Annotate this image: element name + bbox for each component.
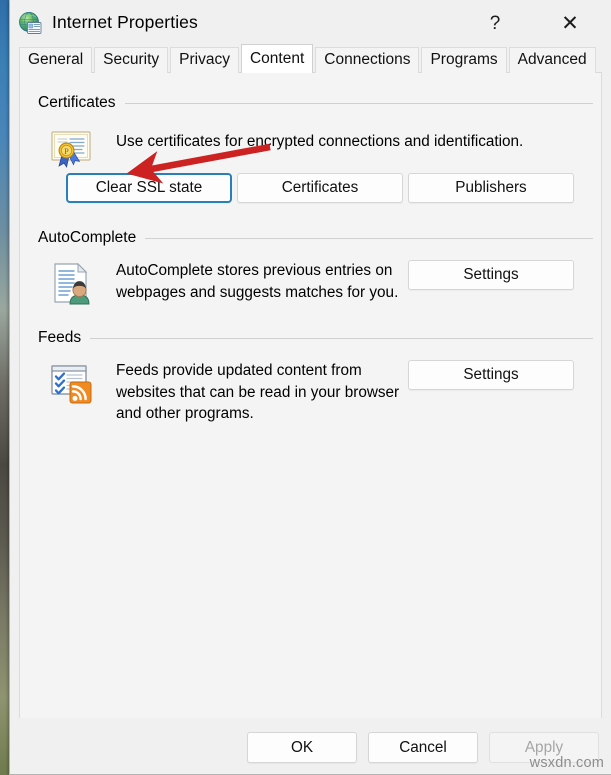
button-label: Clear SSL state — [95, 179, 203, 196]
tab-general[interactable]: General — [19, 47, 93, 73]
close-button[interactable]: ✕ — [547, 0, 593, 46]
publishers-button[interactable]: Publishers — [408, 173, 574, 203]
rss-feeds-icon — [48, 360, 94, 406]
question-mark-icon: ? — [489, 12, 501, 34]
tab-label: Security — [103, 51, 160, 68]
title-bar: Internet Properties ? ✕ — [10, 0, 611, 47]
help-button[interactable]: ? — [472, 0, 518, 46]
button-label: Publishers — [455, 179, 527, 196]
certificates-button[interactable]: Certificates — [237, 173, 403, 203]
tab-label: Connections — [324, 51, 411, 68]
tab-connections[interactable]: Connections — [315, 47, 420, 73]
button-label: Cancel — [399, 738, 447, 756]
tab-label: Privacy — [179, 51, 230, 68]
button-label: Certificates — [281, 179, 359, 196]
cancel-button[interactable]: Cancel — [368, 732, 478, 763]
feeds-settings-button[interactable]: Settings — [408, 360, 574, 390]
certificates-group-title: Certificates — [38, 94, 125, 112]
site-watermark: wsxdn.com — [529, 755, 604, 771]
autocomplete-group-title: AutoComplete — [38, 229, 146, 247]
tab-strip: General Security Privacy Content Connect… — [19, 44, 602, 73]
group-separator-line — [90, 337, 593, 339]
autocomplete-description: AutoComplete stores previous entries on … — [116, 262, 399, 301]
internet-properties-globe-icon — [18, 11, 43, 36]
close-icon: ✕ — [561, 11, 579, 35]
tab-programs[interactable]: Programs — [421, 47, 507, 73]
tab-label: Programs — [430, 51, 498, 68]
autocomplete-group: AutoComplete AutoComplete stores previou… — [20, 229, 601, 338]
tab-label: Content — [249, 50, 305, 67]
dialog-footer: OK Cancel Apply — [19, 718, 611, 774]
button-label: Apply — [524, 738, 564, 756]
content-tab-panel: Certificates P Use certificates for encr… — [19, 73, 602, 745]
clear-ssl-state-button[interactable]: Clear SSL state — [66, 173, 232, 203]
autocomplete-form-user-icon — [48, 260, 94, 306]
feeds-group-title: Feeds — [38, 329, 91, 347]
group-separator-line — [145, 237, 593, 239]
ok-button[interactable]: OK — [247, 732, 357, 763]
button-label: Settings — [463, 266, 519, 283]
button-label: Settings — [463, 366, 519, 383]
tab-privacy[interactable]: Privacy — [170, 47, 239, 73]
tab-content[interactable]: Content — [240, 44, 314, 73]
svg-text:P: P — [64, 147, 69, 156]
feeds-description: Feeds provide updated content from websi… — [116, 362, 400, 422]
group-separator-line — [124, 102, 593, 104]
certificates-group: Certificates P Use certificates for encr… — [20, 94, 601, 219]
button-label: OK — [290, 738, 314, 756]
certificates-description: Use certificates for encrypted connectio… — [116, 133, 524, 150]
certificate-seal-icon: P — [48, 125, 94, 171]
tab-label: Advanced — [517, 51, 587, 68]
autocomplete-settings-button[interactable]: Settings — [408, 260, 574, 290]
tab-advanced[interactable]: Advanced — [508, 47, 596, 73]
tab-label: General — [28, 51, 84, 68]
window-title: Internet Properties — [52, 12, 198, 32]
internet-properties-dialog: Internet Properties ? ✕ General Security… — [9, 0, 611, 775]
feeds-group: Feeds Feeds provide updated content from… — [20, 329, 601, 446]
tab-security[interactable]: Security — [94, 47, 169, 73]
